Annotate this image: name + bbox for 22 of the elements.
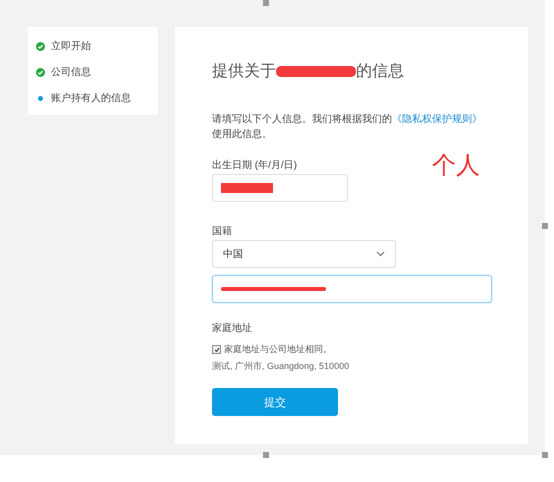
resize-handle[interactable]	[263, 452, 269, 458]
step-label[interactable]: 立即开始	[51, 39, 91, 53]
step-label[interactable]: 公司信息	[51, 65, 91, 79]
intro-text: 请填写以下个人信息。我们将根据我们的《隐私权保护规则》 使用此信息。	[212, 112, 483, 142]
chevron-down-icon	[376, 251, 385, 257]
step-label[interactable]: 账户持有人的信息	[51, 91, 131, 105]
resize-handle[interactable]	[542, 223, 548, 229]
section-heading: 家庭地址	[212, 322, 252, 335]
handwritten-note: 个人	[432, 150, 480, 181]
field-label: 国籍	[212, 225, 232, 238]
resize-handle[interactable]	[263, 0, 269, 6]
checkbox-label: 家庭地址与公司地址相同。	[224, 343, 332, 356]
field-label: 出生日期 (年/月/日)	[212, 158, 297, 172]
country-dropdown[interactable]: 中国	[212, 240, 396, 268]
page-title: 的信息	[356, 62, 404, 82]
date-field[interactable]	[212, 174, 348, 202]
address-text: 测试, 广州市, Guangdong, 510000	[212, 360, 350, 373]
privacy-link[interactable]: 《隐私权保护规则》	[392, 114, 482, 125]
resize-handle[interactable]	[542, 452, 548, 458]
checkbox[interactable]	[212, 345, 221, 354]
page-title: 提供关于	[212, 62, 276, 82]
id-field[interactable]	[212, 275, 492, 303]
